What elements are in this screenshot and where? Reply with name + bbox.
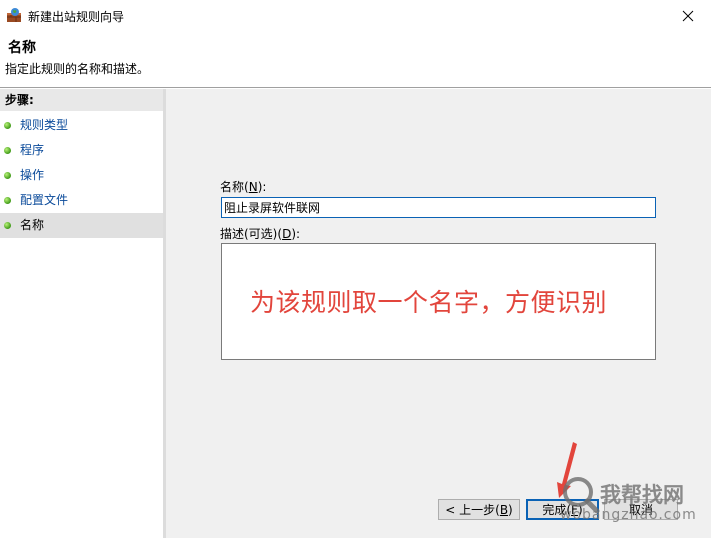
step-rule-type[interactable]: 规则类型 bbox=[0, 113, 163, 138]
name-label: 名称(N): bbox=[220, 180, 267, 194]
firewall-app-icon bbox=[6, 7, 22, 23]
watermark-text: 我帮找网 bbox=[600, 483, 684, 507]
watermark-url: wobangzhao.com bbox=[560, 507, 697, 523]
step-program[interactable]: 程序 bbox=[0, 138, 163, 163]
step-bullet-icon bbox=[4, 122, 11, 129]
step-label: 规则类型 bbox=[20, 118, 69, 132]
step-profile[interactable]: 配置文件 bbox=[0, 188, 163, 213]
name-input[interactable] bbox=[221, 197, 656, 218]
close-icon bbox=[682, 10, 694, 22]
step-label: 名称 bbox=[20, 218, 45, 232]
step-action[interactable]: 操作 bbox=[0, 163, 163, 188]
page-subtitle: 指定此规则的名称和描述。 bbox=[5, 62, 150, 76]
step-bullet-icon bbox=[4, 197, 11, 204]
step-label: 程序 bbox=[20, 143, 45, 157]
close-button[interactable] bbox=[665, 0, 711, 32]
steps-title: 步骤: bbox=[0, 89, 163, 111]
wizard-header: 名称 指定此规则的名称和描述。 bbox=[0, 32, 711, 87]
step-name[interactable]: 名称 bbox=[0, 213, 163, 238]
step-label: 操作 bbox=[20, 168, 45, 182]
step-bullet-icon bbox=[4, 222, 11, 229]
description-label: 描述(可选)(D): bbox=[220, 227, 301, 241]
back-button[interactable]: < 上一步(B) bbox=[438, 499, 520, 520]
annotation-text: 为该规则取一个名字，方便识别 bbox=[250, 288, 608, 317]
steps-panel: 步骤: 规则类型 程序 操作 配置文件 名称 bbox=[0, 89, 163, 538]
panel-divider bbox=[163, 89, 166, 538]
step-bullet-icon bbox=[4, 147, 11, 154]
window-title: 新建出站规则向导 bbox=[28, 10, 125, 24]
page-title: 名称 bbox=[8, 40, 36, 56]
step-label: 配置文件 bbox=[20, 193, 69, 207]
title-bar: 新建出站规则向导 bbox=[0, 0, 711, 32]
step-bullet-icon bbox=[4, 172, 11, 179]
